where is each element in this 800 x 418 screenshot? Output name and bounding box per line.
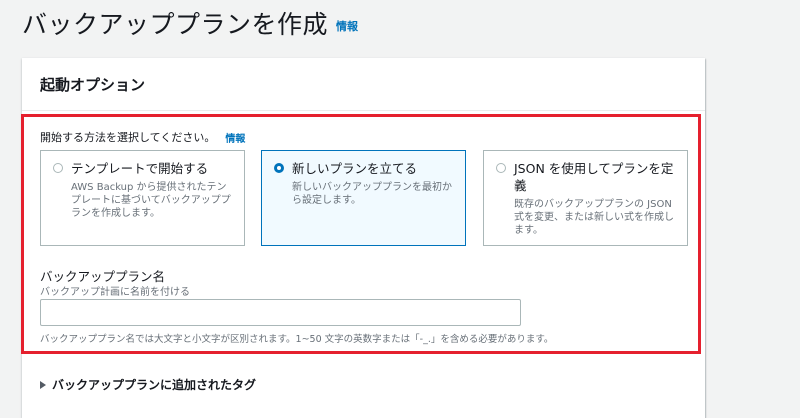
prompt-text: 開始する方法を選択してください。 [40,131,216,144]
prompt-info-link[interactable]: 情報 [225,130,245,145]
option-description: 既存のバックアッププランの JSON 式を変更、または新しい式を作成します。 [514,199,674,236]
radio-button-icon[interactable] [496,163,506,173]
option-title: JSON を使用してプランを定義 [514,161,674,193]
page-title: バックアッププランを作成 [22,10,329,39]
plan-name-constraint: バックアッププラン名では大文字と小文字が区別されます。1~50 文字の英数字また… [40,334,554,345]
option-description: AWS Backup から提供されたテンプレートに基づいてバックアッププランを作… [71,182,231,219]
option-tile-json[interactable]: JSON を使用してプランを定義 既存のバックアッププランの JSON 式を変更… [483,150,688,246]
tags-expander[interactable]: バックアッププランに追加されたタグ [40,376,256,393]
page-info-link[interactable]: 情報 [336,18,358,34]
tags-label: バックアッププランに追加されたタグ [52,378,257,392]
option-tile-template[interactable]: テンプレートで開始する AWS Backup から提供されたテンプレートに基づい… [40,150,245,246]
option-title: 新しいプランを立てる [292,161,418,176]
option-description: 新しいバックアッププランを最初から設定します。 [292,182,452,206]
plan-name-description: バックアップ計画に名前を付ける [40,287,190,298]
plan-name-input[interactable] [40,299,521,326]
caret-right-icon[interactable] [40,380,46,389]
option-tile-new-plan[interactable]: 新しいプランを立てる 新しいバックアッププランを最初から設定します。 [261,150,466,246]
radio-button-icon[interactable] [53,163,63,173]
card-header: 起動オプション [22,58,705,111]
option-title: テンプレートで開始する [71,161,209,176]
start-method-prompt: 開始する方法を選択してください。 情報 [40,129,245,145]
radio-button-selected-icon[interactable] [274,163,284,173]
card-title: 起動オプション [40,75,146,94]
page-header: バックアッププランを作成 情報 [22,8,358,42]
